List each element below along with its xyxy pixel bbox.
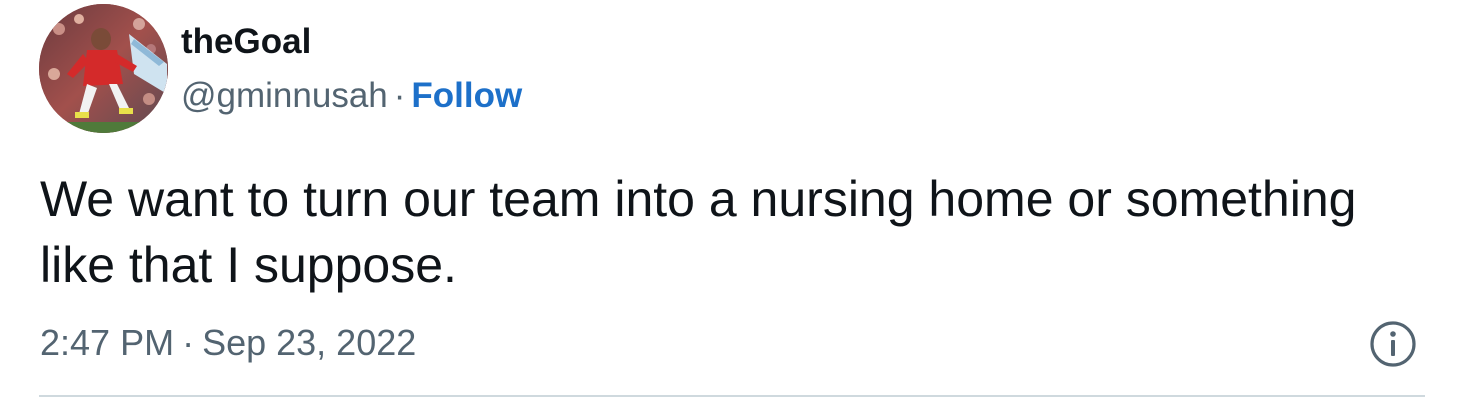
info-icon[interactable] — [1368, 319, 1418, 369]
timestamp-link[interactable]: 2:47 PM · Sep 23, 2022 — [40, 320, 416, 366]
timestamp-separator: · — [182, 322, 195, 363]
follow-button[interactable]: Follow — [411, 76, 522, 115]
tweet-time: 2:47 PM — [40, 322, 175, 363]
tweet-text: We want to turn our team into a nursing … — [40, 171, 1357, 293]
tweet-card: theGoal @gminnusah · Follow We want to tur… — [0, 0, 1460, 411]
handle-row: @gminnusah · Follow — [181, 74, 522, 118]
handle-separator: · — [393, 76, 406, 115]
divider — [39, 395, 1425, 397]
user-handle[interactable]: @gminnusah — [181, 76, 388, 115]
tweet-date: Sep 23, 2022 — [202, 322, 417, 363]
avatar[interactable] — [39, 4, 168, 133]
display-name[interactable]: theGoal — [181, 20, 311, 64]
profile-photo-icon — [39, 4, 168, 133]
